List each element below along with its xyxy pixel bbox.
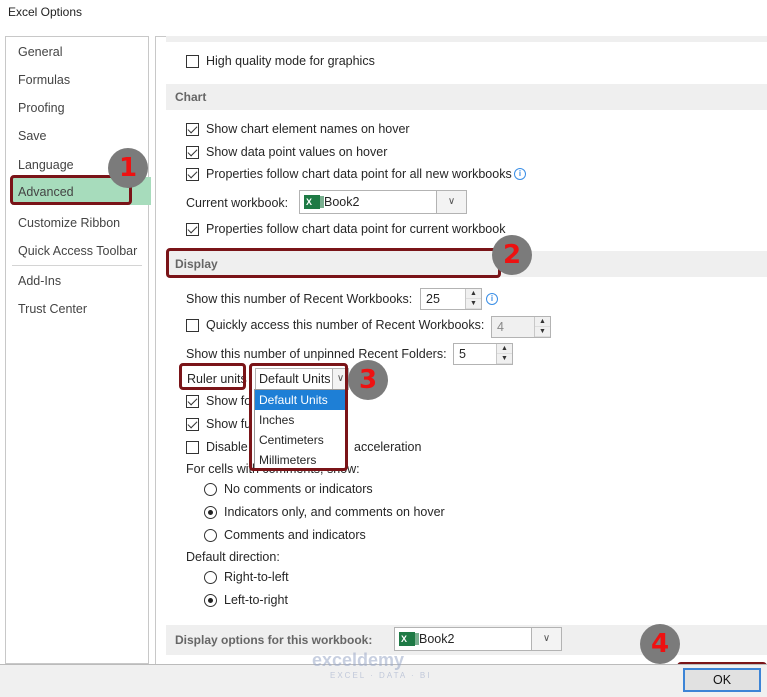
show-chart-element-names-label: Show chart element names on hover: [206, 122, 410, 136]
show-chart-element-names-checkbox[interactable]: [186, 123, 199, 136]
spin-up-icon[interactable]: ▲: [466, 289, 481, 299]
spin-down-icon[interactable]: ▼: [535, 327, 550, 337]
window-title: Excel Options: [8, 5, 83, 19]
workbook-display-label: Display options for this workbook:: [175, 633, 373, 647]
sidebar-item-trust-center[interactable]: Trust Center: [18, 302, 87, 316]
info-icon[interactable]: i: [486, 293, 498, 305]
chevron-down-icon[interactable]: ∨: [436, 191, 466, 213]
high-quality-checkbox[interactable]: [186, 55, 199, 68]
sidebar: General Formulas Proofing Save Language …: [5, 36, 151, 664]
current-workbook-select[interactable]: X Book2 ∨: [299, 190, 467, 214]
workbook-display-select[interactable]: X Book2 ∨: [394, 627, 562, 651]
radio-indicators-only[interactable]: [204, 506, 217, 519]
quick-access-label: Quickly access this number of Recent Wor…: [206, 318, 485, 332]
highlight-box-ruler-dropdown: [249, 363, 348, 471]
section-header-top: [166, 36, 767, 42]
workbook-display-value: Book2: [419, 632, 455, 646]
sidebar-item-customize-ribbon[interactable]: Customize Ribbon: [18, 216, 120, 230]
radio-indicators-only-label: Indicators only, and comments on hover: [224, 505, 445, 519]
excel-icon: X: [399, 632, 419, 646]
watermark-tagline: EXCEL · DATA · BI: [330, 671, 432, 680]
watermark: exceldemy EXCEL · DATA · BI: [312, 650, 431, 680]
spin-down-icon[interactable]: ▼: [466, 299, 481, 309]
recent-folders-spinner[interactable]: 5 ▲ ▼: [453, 343, 513, 365]
step-badge-4: 4: [640, 624, 680, 664]
step-badge-2: 2: [492, 235, 532, 275]
spin-up-icon[interactable]: ▲: [497, 344, 512, 354]
recent-folders-value: 5: [459, 347, 466, 361]
radio-no-comments[interactable]: [204, 483, 217, 496]
quick-access-value: 4: [497, 320, 504, 334]
disable-label-end: acceleration: [354, 440, 422, 454]
sidebar-item-formulas[interactable]: Formulas: [18, 73, 70, 87]
direction-label: Default direction:: [186, 550, 280, 564]
radio-right-to-left[interactable]: [204, 571, 217, 584]
radio-comments-and-indicators-label: Comments and indicators: [224, 528, 366, 542]
sidebar-item-general[interactable]: General: [18, 45, 62, 59]
props-follow-current-label: Properties follow chart data point for c…: [206, 222, 506, 236]
show-fu-label: Show fu: [206, 417, 252, 431]
recent-workbooks-value: 25: [426, 292, 440, 306]
radio-right-to-left-label: Right-to-left: [224, 570, 289, 584]
show-data-point-values-checkbox[interactable]: [186, 146, 199, 159]
recent-folders-label: Show this number of unpinned Recent Fold…: [186, 347, 447, 361]
props-follow-all-new-checkbox[interactable]: [186, 168, 199, 181]
quick-access-spinner[interactable]: 4 ▲ ▼: [491, 316, 551, 338]
sidebar-item-save[interactable]: Save: [18, 129, 47, 143]
show-fo-label: Show fo: [206, 394, 252, 408]
sidebar-item-language[interactable]: Language: [18, 158, 74, 172]
excel-icon: X: [304, 195, 324, 209]
chart-section-header: Chart: [166, 84, 767, 110]
spin-down-icon[interactable]: ▼: [497, 354, 512, 364]
spinner-buttons[interactable]: ▲ ▼: [496, 344, 512, 364]
recent-workbooks-spinner[interactable]: 25 ▲ ▼: [420, 288, 482, 310]
sidebar-item-quick-access-toolbar[interactable]: Quick Access Toolbar: [18, 244, 137, 258]
spinner-buttons[interactable]: ▲ ▼: [534, 317, 550, 337]
spinner-buttons[interactable]: ▲ ▼: [465, 289, 481, 309]
info-icon[interactable]: i: [514, 168, 526, 180]
show-data-point-values-label: Show data point values on hover: [206, 145, 388, 159]
props-follow-current-checkbox[interactable]: [186, 223, 199, 236]
highlight-box-ruler-label: [179, 363, 246, 390]
show-fu-checkbox[interactable]: [186, 418, 199, 431]
watermark-brand: exceldemy: [312, 650, 405, 670]
radio-no-comments-label: No comments or indicators: [224, 482, 373, 496]
highlight-box-display: [166, 248, 501, 278]
sidebar-divider: [12, 265, 142, 266]
disable-acceleration-checkbox[interactable]: [186, 441, 199, 454]
radio-left-to-right[interactable]: [204, 594, 217, 607]
sidebar-item-proofing[interactable]: Proofing: [18, 101, 65, 115]
recent-workbooks-label: Show this number of Recent Workbooks:: [186, 292, 413, 306]
sidebar-item-add-ins[interactable]: Add-Ins: [18, 274, 61, 288]
show-fo-checkbox[interactable]: [186, 395, 199, 408]
chevron-down-icon[interactable]: ∨: [531, 628, 561, 650]
step-badge-3: 3: [348, 360, 388, 400]
advanced-options-panel: High quality mode for graphics Chart Sho…: [155, 36, 767, 664]
current-workbook-label: Current workbook:: [186, 196, 289, 210]
radio-comments-and-indicators[interactable]: [204, 529, 217, 542]
high-quality-label: High quality mode for graphics: [206, 54, 375, 68]
quick-access-checkbox[interactable]: [186, 319, 199, 332]
disable-label-start: Disable: [206, 440, 248, 454]
step-badge-1: 1: [108, 148, 148, 188]
radio-left-to-right-label: Left-to-right: [224, 593, 288, 607]
spin-up-icon[interactable]: ▲: [535, 317, 550, 327]
current-workbook-value: Book2: [324, 195, 360, 209]
ok-button[interactable]: OK: [683, 668, 761, 692]
props-follow-all-new-label: Properties follow chart data point for a…: [206, 167, 512, 181]
